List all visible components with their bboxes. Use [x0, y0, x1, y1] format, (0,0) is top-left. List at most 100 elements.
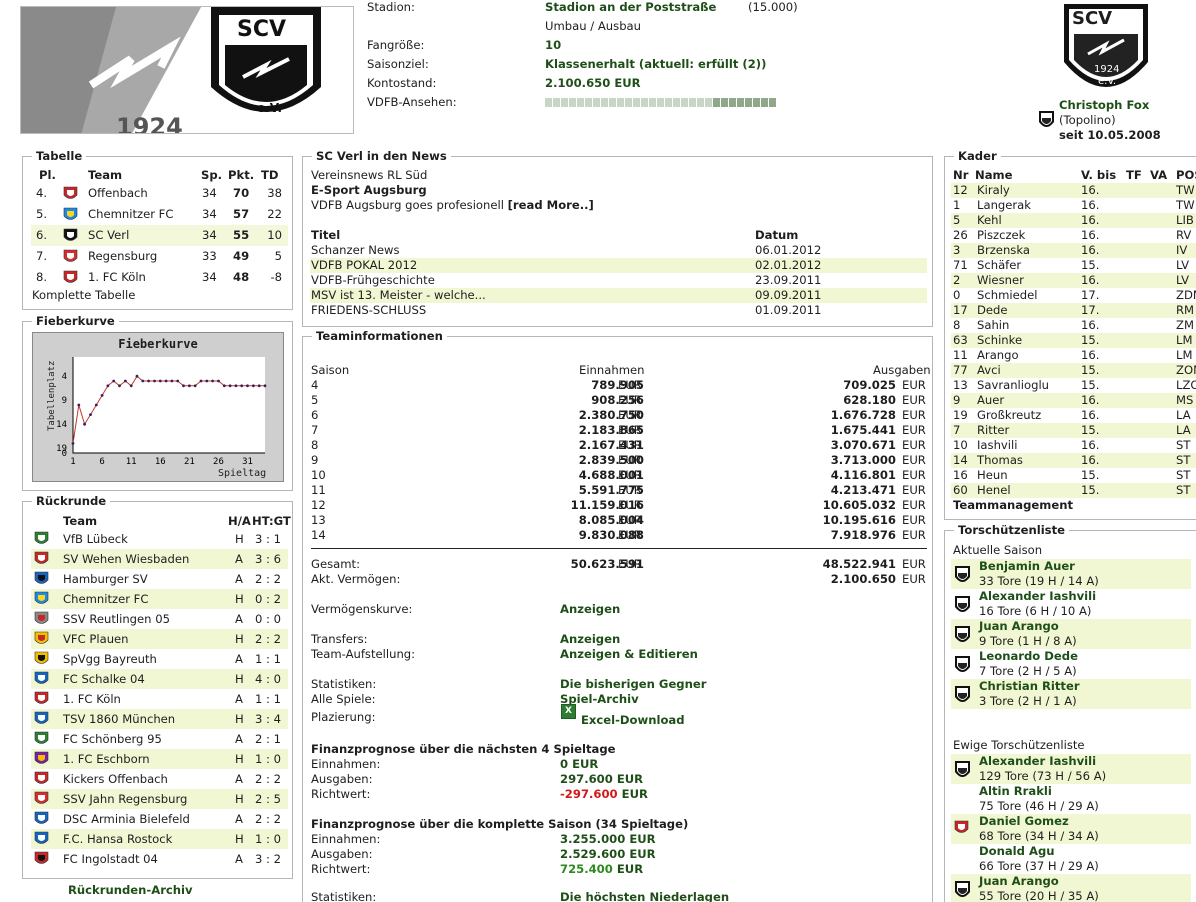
player-name[interactable]: Schmiedel — [977, 288, 1037, 303]
player-name[interactable]: Arango — [977, 348, 1019, 363]
rueckrunde-row[interactable]: 1. FC Eschborn H 1 : 0 — [31, 749, 288, 769]
rueckrunde-team[interactable]: TSV 1860 München — [63, 709, 175, 729]
stadion-link[interactable]: Stadion an der Poststraße — [545, 0, 716, 15]
player-name[interactable]: Avci — [977, 363, 1001, 378]
scorer-name[interactable]: Benjamin Auer — [979, 559, 1075, 574]
rueckrunde-team[interactable]: Hamburger SV — [63, 569, 148, 589]
scorer-item[interactable]: Juan Arango 55 Tore (20 H / 35 A) — [951, 874, 1191, 902]
rueckrunde-row[interactable]: VfB Lübeck H 3 : 1 — [31, 529, 288, 549]
rueckrunde-team[interactable]: DSC Arminia Bielefeld — [63, 809, 190, 829]
kader-row[interactable]: 17 Dede 17. RM — [951, 303, 1196, 318]
rueckrunde-team[interactable]: VFC Plauen — [63, 629, 129, 649]
rueckrunde-team[interactable]: 1. FC Eschborn — [63, 749, 150, 769]
scorer-item[interactable]: Alexander Iashvili 16 Tore (6 H / 10 A) — [951, 589, 1191, 619]
kader-row[interactable]: 77 Avci 15. ZOM — [951, 363, 1196, 378]
rueckrunde-row[interactable]: SSV Jahn Regensburg H 2 : 5 — [31, 789, 288, 809]
news-item-title[interactable]: MSV ist 13. Meister - welche... — [311, 288, 486, 303]
player-name[interactable]: Schinke — [977, 333, 1022, 348]
scorer-item[interactable]: Leonardo Dede 7 Tore (2 H / 5 A) — [951, 649, 1191, 679]
rueckrunde-team[interactable]: VfB Lübeck — [63, 529, 128, 549]
kader-row[interactable]: 16 Heun 15. ST — [951, 468, 1196, 483]
vk-link[interactable]: Anzeigen — [560, 602, 620, 617]
news-item[interactable]: FRIEDENS-SCHLUSS 01.09.2011 — [310, 303, 927, 318]
kader-row[interactable]: 63 Schinke 15. LM — [951, 333, 1196, 348]
scorer-item[interactable]: Benjamin Auer 33 Tore (19 H / 14 A) — [951, 559, 1191, 589]
kader-row[interactable]: 0 Schmiedel 17. ZDM — [951, 288, 1196, 303]
kader-row[interactable]: 2 Wiesner 16. LV — [951, 273, 1196, 288]
player-name[interactable]: Langerak — [977, 198, 1031, 213]
tabelle-team[interactable]: 1. FC Köln — [88, 267, 146, 288]
scorer-name[interactable]: Donald Agu — [979, 844, 1055, 859]
rueckrunde-row[interactable]: SpVgg Bayreuth A 1 : 1 — [31, 649, 288, 669]
stat2-link[interactable]: Die höchsten Niederlagen — [560, 890, 729, 902]
kader-row[interactable]: 7 Ritter 15. LA — [951, 423, 1196, 438]
tabelle-row[interactable]: 8. 1. FC Köln 34 48 -8 — [31, 267, 288, 288]
scorer-item[interactable]: Alexander Iashvili 129 Tore (73 H / 56 A) — [951, 754, 1191, 784]
player-name[interactable]: Henel — [977, 483, 1011, 498]
tabelle-team[interactable]: Offenbach — [88, 183, 148, 204]
rueckrunde-row[interactable]: Kickers Offenbach A 2 : 2 — [31, 769, 288, 789]
rueckrunde-row[interactable]: VFC Plauen H 2 : 2 — [31, 629, 288, 649]
scorer-name[interactable]: Christian Ritter — [979, 679, 1080, 694]
rueckrunde-team[interactable]: SSV Reutlingen 05 — [63, 609, 170, 629]
rueckrunde-row[interactable]: Hamburger SV A 2 : 2 — [31, 569, 288, 589]
player-name[interactable]: Brzenska — [977, 243, 1030, 258]
complete-table-link[interactable]: Komplette Tabelle — [32, 288, 135, 302]
tabelle-row[interactable]: 4. Offenbach 34 70 38 — [31, 183, 288, 204]
player-name[interactable]: Kehl — [977, 213, 1002, 228]
player-name[interactable]: Auer — [977, 393, 1004, 408]
news-item-title[interactable]: VDFB POKAL 2012 — [311, 258, 417, 273]
tabelle-row[interactable]: 6. SC Verl 34 55 10 — [31, 225, 288, 246]
rueckrunde-row[interactable]: 1. FC Köln A 1 : 1 — [31, 689, 288, 709]
rueckrunde-row[interactable]: FC Schalke 04 H 4 : 0 — [31, 669, 288, 689]
excel-download-link[interactable]: Excel-Download — [581, 713, 685, 728]
tabelle-row[interactable]: 5. Chemnitzer FC 34 57 22 — [31, 204, 288, 225]
scorer-item[interactable]: Daniel Gomez 68 Tore (34 H / 34 A) — [951, 814, 1191, 844]
player-name[interactable]: Savranlioglu — [977, 378, 1049, 393]
tabelle-team[interactable]: Regensburg — [88, 246, 157, 267]
scorer-item[interactable]: Christian Ritter 3 Tore (2 H / 1 A) — [951, 679, 1191, 709]
rueckrunde-team[interactable]: SSV Jahn Regensburg — [63, 789, 187, 809]
scorer-name[interactable]: Alexander Iashvili — [979, 754, 1096, 769]
rueckrunde-row[interactable]: Chemnitzer FC H 0 : 2 — [31, 589, 288, 609]
scorer-name[interactable]: Altin Rrakli — [979, 784, 1052, 799]
scorer-name[interactable]: Leonardo Dede — [979, 649, 1078, 664]
kader-row[interactable]: 3 Brzenska 16. IV — [951, 243, 1196, 258]
rueckrunde-row[interactable]: SV Wehen Wiesbaden A 3 : 6 — [31, 549, 288, 569]
news-item[interactable]: VDFB POKAL 2012 02.01.2012 — [310, 258, 927, 273]
rueckrunde-team[interactable]: F.C. Hansa Rostock — [63, 829, 172, 849]
kader-row[interactable]: 5 Kehl 16. LIB — [951, 213, 1196, 228]
scorer-name[interactable]: Daniel Gomez — [979, 814, 1069, 829]
player-name[interactable]: Piszczek — [977, 228, 1025, 243]
transfers-link[interactable]: Anzeigen — [560, 632, 620, 647]
kader-row[interactable]: 26 Piszczek 16. RV — [951, 228, 1196, 243]
tabelle-team[interactable]: SC Verl — [88, 225, 129, 246]
player-name[interactable]: Großkreutz — [977, 408, 1041, 423]
rueckrunde-team[interactable]: Kickers Offenbach — [63, 769, 168, 789]
read-more-link[interactable]: [read More..] — [508, 198, 594, 212]
scorer-item[interactable]: Juan Arango 9 Tore (1 H / 8 A) — [951, 619, 1191, 649]
scorer-item[interactable]: Altin Rrakli 75 Tore (46 H / 29 A) — [951, 784, 1191, 814]
kader-row[interactable]: 12 Kiraly 16. TW — [951, 183, 1196, 198]
kader-row[interactable]: 19 Großkreutz 16. LA — [951, 408, 1196, 423]
rueckrunde-team[interactable]: FC Schönberg 95 — [63, 729, 162, 749]
rueckrunde-archive-link[interactable]: Rückrunden-Archiv — [68, 883, 193, 897]
excel-icon[interactable]: X — [561, 704, 576, 719]
stat-link[interactable]: Die bisherigen Gegner — [560, 677, 706, 692]
kader-row[interactable]: 1 Langerak 16. TW — [951, 198, 1196, 213]
kader-row[interactable]: 10 Iashvili 16. ST — [951, 438, 1196, 453]
aufst-link[interactable]: Anzeigen & Editieren — [560, 647, 698, 662]
kader-row[interactable]: 11 Arango 16. LM — [951, 348, 1196, 363]
player-name[interactable]: Heun — [977, 468, 1008, 483]
rueckrunde-row[interactable]: FC Schönberg 95 A 2 : 1 — [31, 729, 288, 749]
player-name[interactable]: Ritter — [977, 423, 1009, 438]
rueckrunde-row[interactable]: FC Ingolstadt 04 A 3 : 2 — [31, 849, 288, 869]
kader-row[interactable]: 13 Savranlioglu 15. LZOM — [951, 378, 1196, 393]
news-headline[interactable]: E-Sport Augsburg — [311, 183, 427, 197]
player-name[interactable]: Iashvili — [977, 438, 1017, 453]
player-name[interactable]: Wiesner — [977, 273, 1024, 288]
scorer-name[interactable]: Juan Arango — [979, 619, 1059, 634]
scorer-name[interactable]: Alexander Iashvili — [979, 589, 1096, 604]
kader-row[interactable]: 8 Sahin 16. ZM — [951, 318, 1196, 333]
player-name[interactable]: Schäfer — [977, 258, 1021, 273]
